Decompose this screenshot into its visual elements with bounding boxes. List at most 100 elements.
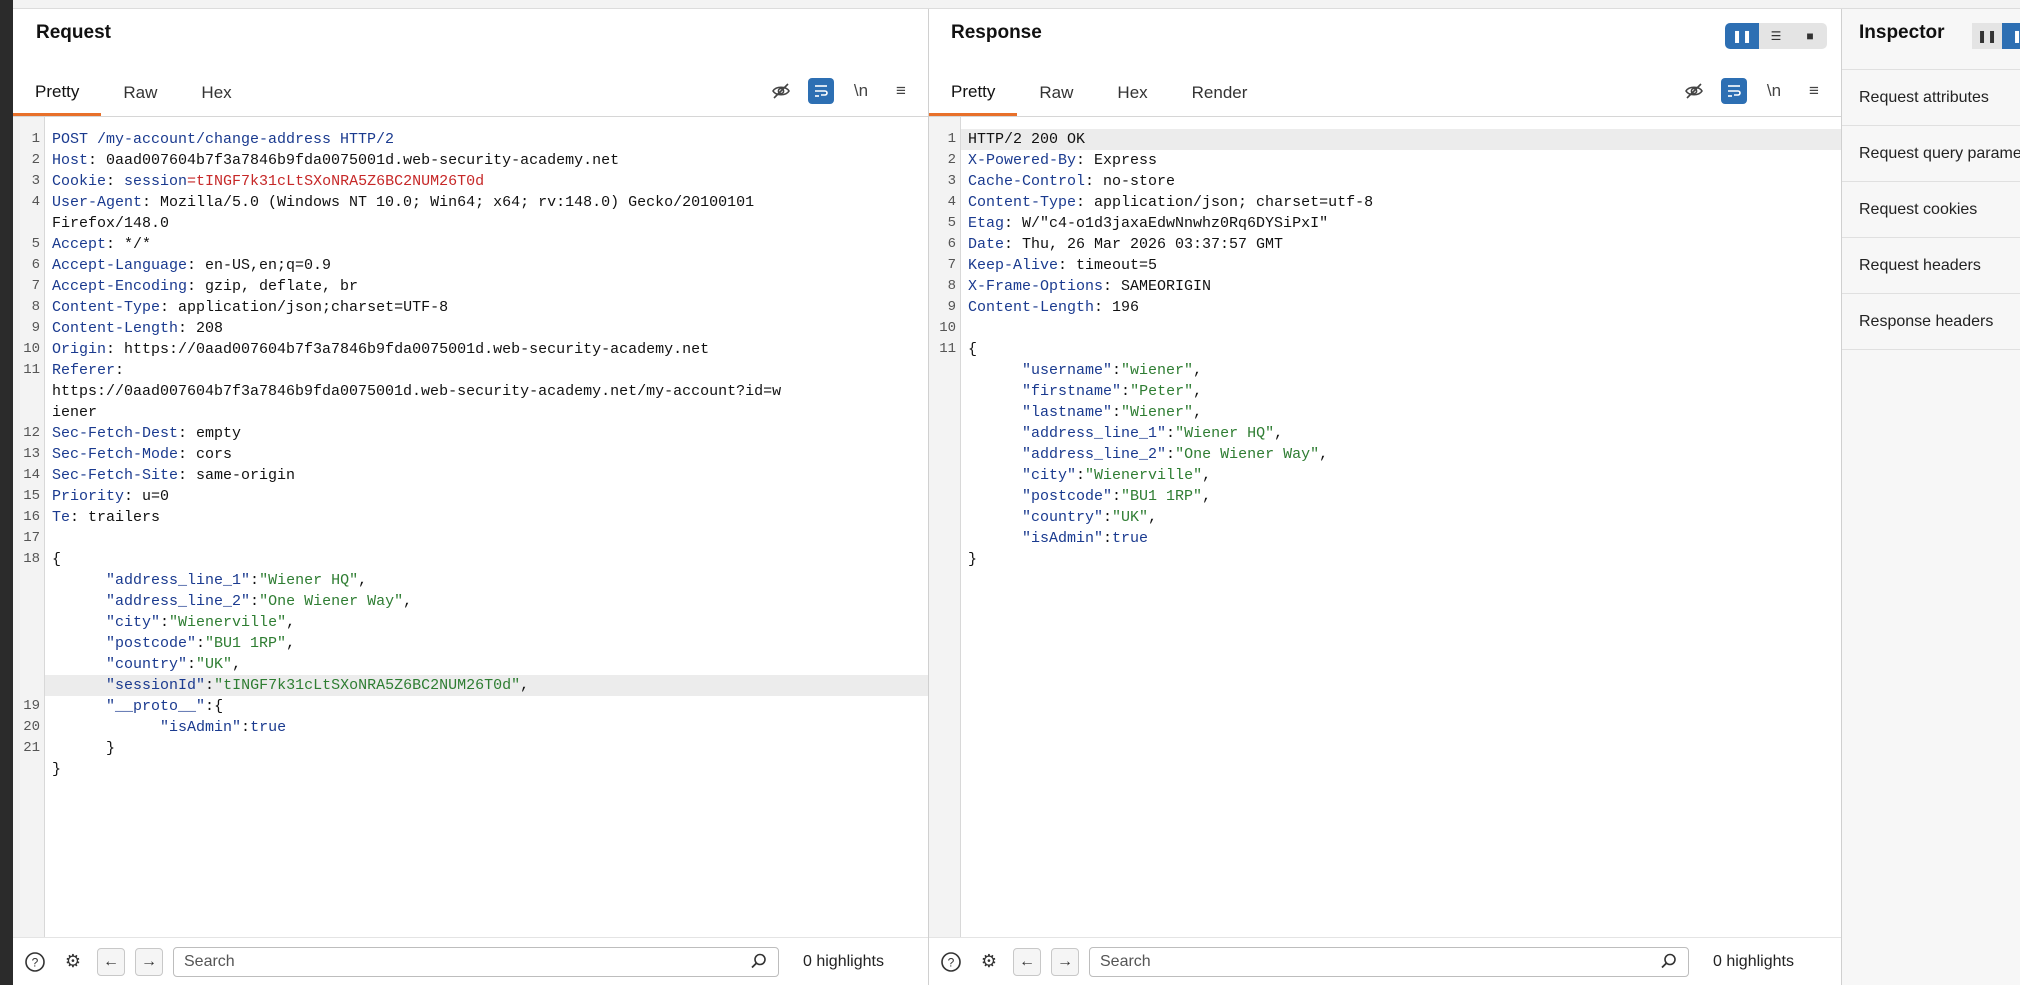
menu-icon[interactable]: ≡	[1801, 78, 1827, 104]
json-string: "UK"	[1112, 509, 1149, 526]
inspector-panel-icon[interactable]: ❚❚	[1972, 23, 2002, 49]
request-editor[interactable]: 1 POST /my-account/change-address HTTP/2 2…	[13, 117, 928, 937]
line-text: User-Agent: Mozilla/5.0 (Windows NT 10.0…	[45, 192, 928, 213]
word-wrap-icon[interactable]	[1721, 78, 1747, 104]
line-number: 6	[947, 236, 956, 252]
response-code-line: 11 {	[939, 339, 1841, 360]
line-text: Cache-Control: no-store	[961, 171, 1841, 192]
back-arrow-icon[interactable]: ←	[1013, 947, 1041, 976]
header-value: : no-store	[1085, 173, 1176, 190]
inspector-item-request-cookies[interactable]: Request cookies	[1842, 182, 2020, 238]
line-number: 18	[23, 551, 40, 567]
line-number	[13, 612, 45, 633]
menu-icon[interactable]: ≡	[888, 78, 914, 104]
request-tab-hex[interactable]: Hex	[179, 70, 253, 116]
line-number: 8	[31, 299, 40, 315]
response-editor[interactable]: 1 HTTP/2 200 OK 2 X-Powered-By: Express 3 Cac…	[929, 117, 1841, 937]
line-number: 3	[31, 173, 40, 189]
line-text: Host: 0aad007604b7f3a7846b9fda0075001d.w…	[45, 150, 928, 171]
header-name: Etag	[968, 215, 1005, 232]
request-json-line: }	[45, 759, 928, 780]
response-search-input[interactable]: Search	[1089, 946, 1689, 977]
response-pane: Response ❚❚ ☰ ■ Pretty Raw Hex Render \n…	[929, 9, 1842, 985]
request-search-placeholder: Search	[184, 952, 235, 970]
response-tab-hex[interactable]: Hex	[1095, 70, 1169, 116]
request-code-line: 3 Cookie: session=tINGF7k31cLtSXoNRA5Z6BC…	[32, 171, 928, 192]
line-number	[929, 486, 961, 507]
request-tab-pretty[interactable]: Pretty	[13, 70, 102, 116]
help-icon[interactable]: ?	[21, 948, 49, 976]
request-json-line: "postcode":"BU1 1RP",	[45, 633, 928, 654]
json-punct: ,	[1193, 383, 1203, 400]
line-number: 11	[939, 341, 956, 357]
line-number: 12	[23, 425, 40, 441]
header-value: : Express	[1076, 152, 1158, 169]
json-colon: :	[1112, 404, 1122, 421]
json-key: "city"	[1022, 467, 1077, 484]
header-name: Accept-Encoding	[52, 278, 188, 295]
line-number: 10	[939, 320, 956, 336]
header-name: Content-Length	[52, 320, 179, 337]
json-punct: ,	[1274, 425, 1284, 442]
line-number	[929, 507, 961, 528]
eye-off-icon[interactable]	[1681, 78, 1707, 104]
line-text: Priority: u=0	[45, 486, 928, 507]
line-text: Accept: */*	[45, 234, 928, 255]
line-number	[13, 654, 45, 675]
line-number	[929, 465, 961, 486]
line-text: Keep-Alive: timeout=5	[961, 255, 1841, 276]
help-icon[interactable]: ?	[937, 948, 965, 976]
inspector-item-request-attributes[interactable]: Request attributes	[1842, 70, 2020, 126]
request-json-line: 21 }	[23, 738, 928, 759]
json-colon: :	[205, 677, 215, 694]
request-json-line: "address_line_2":"One Wiener Way",	[45, 591, 928, 612]
line-text	[45, 528, 928, 549]
header-name: Content-Type	[52, 299, 161, 316]
json-key: "lastname"	[1022, 404, 1113, 421]
layout-tabs-icon[interactable]: ■	[1793, 23, 1827, 49]
response-tab-render[interactable]: Render	[1170, 70, 1270, 116]
response-tab-raw[interactable]: Raw	[1017, 70, 1095, 116]
word-wrap-icon[interactable]	[808, 78, 834, 104]
line-number: 10	[23, 341, 40, 357]
response-code-line: 3 Cache-Control: no-store	[948, 171, 1841, 192]
request-code-line: 7 Accept-Encoding: gzip, deflate, br	[32, 276, 928, 297]
response-json-line: "address_line_1":"Wiener HQ",	[961, 423, 1841, 444]
header-value: : */*	[106, 236, 152, 253]
response-tab-pretty[interactable]: Pretty	[929, 70, 1018, 116]
eye-off-icon[interactable]	[768, 78, 794, 104]
line-number: 5	[31, 236, 40, 252]
layout-side-by-side-icon[interactable]: ❚❚	[1725, 23, 1759, 49]
json-colon: :	[196, 635, 206, 652]
header-value: https://0aad007604b7f3a7846b9fda0075001d…	[52, 383, 782, 400]
newline-toggle-icon[interactable]: \n	[848, 78, 874, 104]
header-name: Accept-Language	[52, 257, 188, 274]
json-string: "BU1 1RP"	[205, 635, 287, 652]
json-string: "Wiener"	[1121, 404, 1194, 421]
layout-stacked-icon[interactable]: ☰	[1759, 23, 1793, 49]
json-punct: ,	[403, 593, 413, 610]
response-json-line: "lastname":"Wiener",	[961, 402, 1841, 423]
header-value: : en-US,en;q=0.9	[187, 257, 332, 274]
inspector-item-response-headers[interactable]: Response headers	[1842, 294, 2020, 350]
forward-arrow-icon[interactable]: →	[135, 947, 163, 976]
newline-toggle-icon[interactable]: \n	[1761, 78, 1787, 104]
header-name: Content-Type	[968, 194, 1077, 211]
settings-gear-icon[interactable]: ⚙	[59, 948, 87, 976]
back-arrow-icon[interactable]: ←	[97, 947, 125, 976]
request-tab-raw[interactable]: Raw	[101, 70, 179, 116]
inspector-panel-active-icon[interactable]: ❚	[2002, 23, 2020, 49]
request-code-line: 11 Referer:	[23, 360, 928, 381]
inspector-item-request-query-parameters[interactable]: Request query parameters	[1842, 126, 2020, 182]
forward-arrow-icon[interactable]: →	[1051, 947, 1079, 976]
request-search-input[interactable]: Search	[173, 946, 779, 977]
json-key: "postcode"	[106, 635, 197, 652]
response-code-line: 4 Content-Type: application/json; charset…	[948, 192, 1841, 213]
settings-gear-icon[interactable]: ⚙	[975, 948, 1003, 976]
inspector-item-request-headers[interactable]: Request headers	[1842, 238, 2020, 294]
json-string: "Wienerville"	[169, 614, 287, 631]
header-value: : empty	[178, 425, 242, 442]
